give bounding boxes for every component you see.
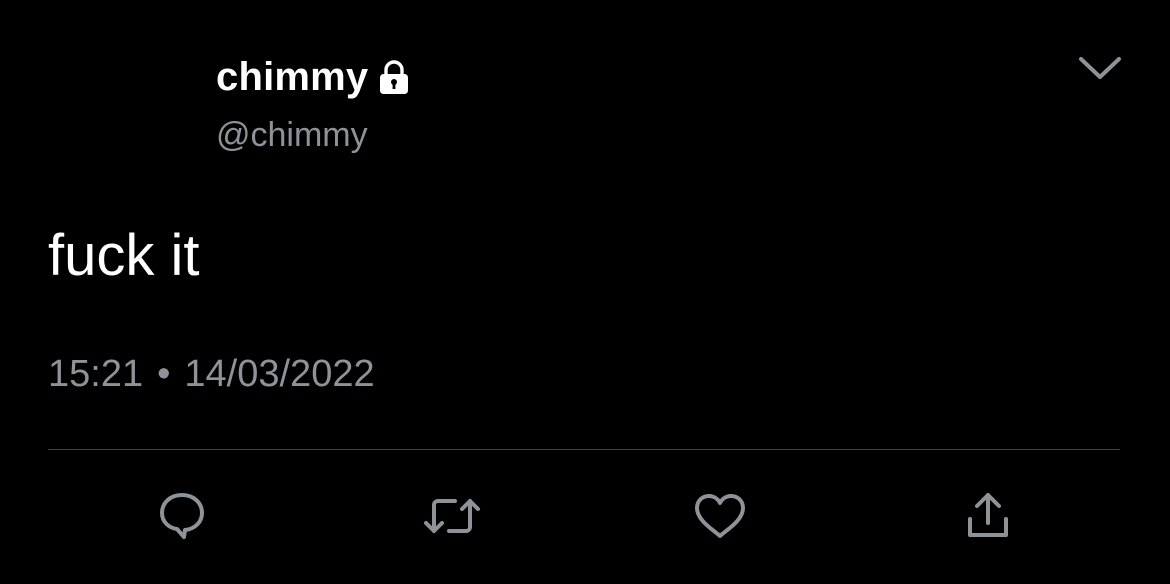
meta-separator: • <box>157 352 171 395</box>
more-options-button[interactable] <box>1072 48 1128 92</box>
divider <box>48 449 1120 450</box>
display-name[interactable]: chimmy <box>216 55 368 100</box>
reply-button[interactable] <box>152 486 212 546</box>
chevron-down-icon <box>1076 53 1124 88</box>
share-icon <box>963 489 1013 543</box>
user-handle[interactable]: @chimmy <box>216 116 414 155</box>
reply-icon <box>154 488 210 544</box>
like-button[interactable] <box>690 486 750 546</box>
tweet-card: chimmy @chimmy fuck it 15:21 • 14/03/202… <box>0 0 1170 584</box>
retweet-icon <box>422 491 482 541</box>
share-button[interactable] <box>958 486 1018 546</box>
lock-icon <box>374 57 414 97</box>
tweet-timestamp[interactable]: 15:21 • 14/03/2022 <box>48 350 375 398</box>
tweet-text: fuck it <box>48 223 200 288</box>
retweet-button[interactable] <box>422 486 482 546</box>
name-row: chimmy <box>216 52 414 102</box>
tweet-header: chimmy @chimmy <box>216 52 414 155</box>
tweet-time: 15:21 <box>48 352 144 395</box>
heart-icon <box>692 491 748 541</box>
tweet-date: 14/03/2022 <box>184 352 375 395</box>
action-bar <box>0 486 1170 546</box>
